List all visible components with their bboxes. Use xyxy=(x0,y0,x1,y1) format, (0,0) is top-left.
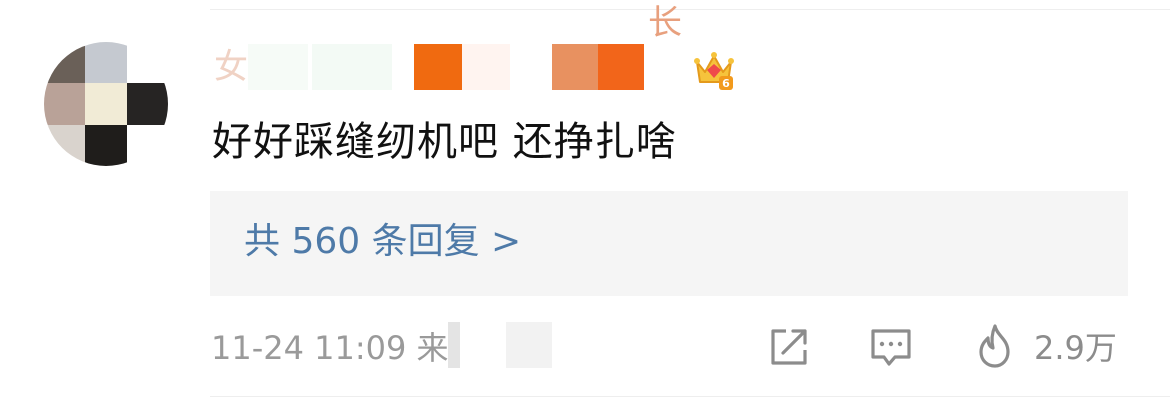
comment-timestamp: 11-24 11:09 来 xyxy=(211,322,449,374)
username-mosaic-block xyxy=(462,44,510,90)
bottom-divider xyxy=(210,396,1170,397)
flame-like-icon xyxy=(979,324,1010,368)
like-count: 2.9万 xyxy=(1034,329,1117,367)
source-label: 来 xyxy=(416,329,449,367)
timestamp-value: 11-24 11:09 xyxy=(211,329,407,367)
comment-button[interactable] xyxy=(868,324,914,370)
username-visible-start: 女 xyxy=(214,47,248,87)
share-icon xyxy=(771,329,807,365)
comment-text: 好好踩缝纫机吧 还挣扎啥 xyxy=(212,119,677,165)
username-mosaic-block xyxy=(552,44,598,90)
share-button[interactable] xyxy=(766,324,812,370)
avatar[interactable] xyxy=(44,42,168,166)
vip-crown-icon: 6 xyxy=(693,48,735,92)
username-mosaic-block xyxy=(248,44,308,90)
vip-level: 6 xyxy=(722,77,730,90)
source-mosaic-block xyxy=(448,322,460,368)
replies-box[interactable]: 共 560 条回复 > xyxy=(210,191,1128,296)
username-visible-end: 长 xyxy=(648,3,682,43)
like-button[interactable] xyxy=(972,322,1018,370)
comment-icon xyxy=(871,329,911,366)
top-divider xyxy=(210,9,1170,10)
source-mosaic-block xyxy=(506,322,552,368)
username-mosaic-block xyxy=(414,44,462,90)
username[interactable]: 女 xyxy=(212,44,682,92)
username-mosaic-block xyxy=(598,44,644,90)
view-replies-link[interactable]: 共 560 条回复 > xyxy=(244,215,521,269)
username-mosaic-block xyxy=(312,44,392,90)
